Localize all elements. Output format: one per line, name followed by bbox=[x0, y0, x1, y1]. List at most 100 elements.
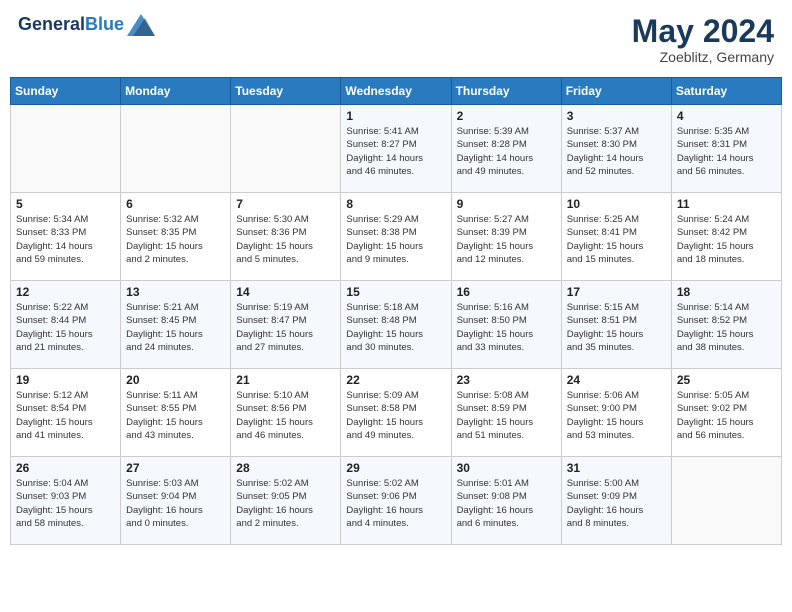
calendar-cell: 12 Sunrise: 5:22 AMSunset: 8:44 PMDayligh… bbox=[11, 281, 121, 369]
calendar-cell: 7Sunrise: 5:30 AMSunset: 8:36 PMDaylight… bbox=[231, 193, 341, 281]
weekday-header-friday: Friday bbox=[561, 78, 671, 105]
day-number: 3 bbox=[567, 109, 666, 123]
day-number: 30 bbox=[457, 461, 556, 475]
day-number: 19 bbox=[16, 373, 115, 387]
weekday-header-wednesday: Wednesday bbox=[341, 78, 451, 105]
calendar-cell: 29 Sunrise: 5:02 AMSunset: 9:06 PMDayligh… bbox=[341, 457, 451, 545]
day-number: 18 bbox=[677, 285, 776, 299]
calendar-cell: 8 Sunrise: 5:29 AMSunset: 8:38 PMDaylight… bbox=[341, 193, 451, 281]
day-info: Sunrise: 5:21 AMSunset: 8:45 PMDaylight:… bbox=[126, 301, 225, 354]
day-info: Sunrise: 5:05 AMSunset: 9:02 PMDaylight:… bbox=[677, 389, 776, 442]
calendar-cell: 30 Sunrise: 5:01 AMSunset: 9:08 PMDayligh… bbox=[451, 457, 561, 545]
calendar-table: SundayMondayTuesdayWednesdayThursdayFrid… bbox=[10, 77, 782, 545]
day-info: Sunrise: 5:27 AMSunset: 8:39 PMDaylight:… bbox=[457, 213, 556, 266]
calendar-cell: 25 Sunrise: 5:05 AMSunset: 9:02 PMDayligh… bbox=[671, 369, 781, 457]
day-number: 5 bbox=[16, 197, 115, 211]
weekday-header-saturday: Saturday bbox=[671, 78, 781, 105]
day-number: 28 bbox=[236, 461, 335, 475]
day-number: 21 bbox=[236, 373, 335, 387]
calendar-cell bbox=[671, 457, 781, 545]
calendar-cell: 5 Sunrise: 5:34 AMSunset: 8:33 PMDaylight… bbox=[11, 193, 121, 281]
calendar-cell: 24 Sunrise: 5:06 AMSunset: 9:00 PMDayligh… bbox=[561, 369, 671, 457]
calendar-cell: 16 Sunrise: 5:16 AMSunset: 8:50 PMDayligh… bbox=[451, 281, 561, 369]
calendar-cell: 19 Sunrise: 5:12 AMSunset: 8:54 PMDayligh… bbox=[11, 369, 121, 457]
calendar-cell: 1 Sunrise: 5:41 AMSunset: 8:27 PMDaylight… bbox=[341, 105, 451, 193]
calendar-week-row: 1 Sunrise: 5:41 AMSunset: 8:27 PMDaylight… bbox=[11, 105, 782, 193]
weekday-header-row: SundayMondayTuesdayWednesdayThursdayFrid… bbox=[11, 78, 782, 105]
day-info: Sunrise: 5:02 AMSunset: 9:05 PMDaylight:… bbox=[236, 477, 335, 530]
calendar-week-row: 5 Sunrise: 5:34 AMSunset: 8:33 PMDaylight… bbox=[11, 193, 782, 281]
day-number: 12 bbox=[16, 285, 115, 299]
page-header: GeneralBlue May 2024 Zoeblitz, Germany bbox=[10, 10, 782, 69]
calendar-cell: 3 Sunrise: 5:37 AMSunset: 8:30 PMDaylight… bbox=[561, 105, 671, 193]
day-number: 26 bbox=[16, 461, 115, 475]
day-info: Sunrise: 5:14 AMSunset: 8:52 PMDaylight:… bbox=[677, 301, 776, 354]
day-number: 24 bbox=[567, 373, 666, 387]
calendar-cell: 26Sunrise: 5:04 AMSunset: 9:03 PMDayligh… bbox=[11, 457, 121, 545]
calendar-cell: 10 Sunrise: 5:25 AMSunset: 8:41 PMDayligh… bbox=[561, 193, 671, 281]
day-number: 8 bbox=[346, 197, 445, 211]
day-number: 11 bbox=[677, 197, 776, 211]
day-info: Sunrise: 5:25 AMSunset: 8:41 PMDaylight:… bbox=[567, 213, 666, 266]
day-info: Sunrise: 5:03 AMSunset: 9:04 PMDaylight:… bbox=[126, 477, 225, 530]
calendar-cell: 9 Sunrise: 5:27 AMSunset: 8:39 PMDaylight… bbox=[451, 193, 561, 281]
title-block: May 2024 Zoeblitz, Germany bbox=[632, 14, 774, 65]
calendar-cell: 14Sunrise: 5:19 AMSunset: 8:47 PMDayligh… bbox=[231, 281, 341, 369]
day-info: Sunrise: 5:34 AMSunset: 8:33 PMDaylight:… bbox=[16, 213, 115, 266]
day-info: Sunrise: 5:37 AMSunset: 8:30 PMDaylight:… bbox=[567, 125, 666, 178]
day-info: Sunrise: 5:16 AMSunset: 8:50 PMDaylight:… bbox=[457, 301, 556, 354]
calendar-cell bbox=[121, 105, 231, 193]
day-number: 29 bbox=[346, 461, 445, 475]
day-number: 15 bbox=[346, 285, 445, 299]
calendar-cell: 22Sunrise: 5:09 AMSunset: 8:58 PMDayligh… bbox=[341, 369, 451, 457]
day-number: 10 bbox=[567, 197, 666, 211]
day-number: 9 bbox=[457, 197, 556, 211]
day-number: 25 bbox=[677, 373, 776, 387]
day-info: Sunrise: 5:30 AMSunset: 8:36 PMDaylight:… bbox=[236, 213, 335, 266]
day-info: Sunrise: 5:32 AMSunset: 8:35 PMDaylight:… bbox=[126, 213, 225, 266]
day-number: 6 bbox=[126, 197, 225, 211]
calendar-cell: 15Sunrise: 5:18 AMSunset: 8:48 PMDayligh… bbox=[341, 281, 451, 369]
day-info: Sunrise: 5:22 AMSunset: 8:44 PMDaylight:… bbox=[16, 301, 115, 354]
day-info: Sunrise: 5:12 AMSunset: 8:54 PMDaylight:… bbox=[16, 389, 115, 442]
calendar-week-row: 12 Sunrise: 5:22 AMSunset: 8:44 PMDayligh… bbox=[11, 281, 782, 369]
calendar-cell: 13 Sunrise: 5:21 AMSunset: 8:45 PMDayligh… bbox=[121, 281, 231, 369]
day-number: 1 bbox=[346, 109, 445, 123]
day-info: Sunrise: 5:00 AMSunset: 9:09 PMDaylight:… bbox=[567, 477, 666, 530]
calendar-cell bbox=[231, 105, 341, 193]
day-number: 16 bbox=[457, 285, 556, 299]
month-title: May 2024 bbox=[632, 14, 774, 49]
calendar-cell: 23 Sunrise: 5:08 AMSunset: 8:59 PMDayligh… bbox=[451, 369, 561, 457]
weekday-header-sunday: Sunday bbox=[11, 78, 121, 105]
day-number: 17 bbox=[567, 285, 666, 299]
day-number: 13 bbox=[126, 285, 225, 299]
day-info: Sunrise: 5:09 AMSunset: 8:58 PMDaylight:… bbox=[346, 389, 445, 442]
day-info: Sunrise: 5:35 AMSunset: 8:31 PMDaylight:… bbox=[677, 125, 776, 178]
day-info: Sunrise: 5:10 AMSunset: 8:56 PMDaylight:… bbox=[236, 389, 335, 442]
calendar-cell: 27 Sunrise: 5:03 AMSunset: 9:04 PMDayligh… bbox=[121, 457, 231, 545]
day-info: Sunrise: 5:41 AMSunset: 8:27 PMDaylight:… bbox=[346, 125, 445, 178]
day-info: Sunrise: 5:39 AMSunset: 8:28 PMDaylight:… bbox=[457, 125, 556, 178]
day-info: Sunrise: 5:15 AMSunset: 8:51 PMDaylight:… bbox=[567, 301, 666, 354]
day-number: 23 bbox=[457, 373, 556, 387]
day-number: 27 bbox=[126, 461, 225, 475]
day-number: 20 bbox=[126, 373, 225, 387]
day-number: 31 bbox=[567, 461, 666, 475]
calendar-week-row: 26Sunrise: 5:04 AMSunset: 9:03 PMDayligh… bbox=[11, 457, 782, 545]
day-info: Sunrise: 5:01 AMSunset: 9:08 PMDaylight:… bbox=[457, 477, 556, 530]
calendar-cell: 4 Sunrise: 5:35 AMSunset: 8:31 PMDaylight… bbox=[671, 105, 781, 193]
calendar-cell: 28 Sunrise: 5:02 AMSunset: 9:05 PMDayligh… bbox=[231, 457, 341, 545]
calendar-cell: 11 Sunrise: 5:24 AMSunset: 8:42 PMDayligh… bbox=[671, 193, 781, 281]
day-number: 4 bbox=[677, 109, 776, 123]
day-info: Sunrise: 5:02 AMSunset: 9:06 PMDaylight:… bbox=[346, 477, 445, 530]
calendar-cell: 18 Sunrise: 5:14 AMSunset: 8:52 PMDayligh… bbox=[671, 281, 781, 369]
day-info: Sunrise: 5:24 AMSunset: 8:42 PMDaylight:… bbox=[677, 213, 776, 266]
day-info: Sunrise: 5:06 AMSunset: 9:00 PMDaylight:… bbox=[567, 389, 666, 442]
calendar-cell: 17 Sunrise: 5:15 AMSunset: 8:51 PMDayligh… bbox=[561, 281, 671, 369]
day-number: 2 bbox=[457, 109, 556, 123]
calendar-cell: 6 Sunrise: 5:32 AMSunset: 8:35 PMDaylight… bbox=[121, 193, 231, 281]
day-info: Sunrise: 5:29 AMSunset: 8:38 PMDaylight:… bbox=[346, 213, 445, 266]
day-info: Sunrise: 5:08 AMSunset: 8:59 PMDaylight:… bbox=[457, 389, 556, 442]
calendar-cell bbox=[11, 105, 121, 193]
logo-icon bbox=[127, 14, 155, 36]
